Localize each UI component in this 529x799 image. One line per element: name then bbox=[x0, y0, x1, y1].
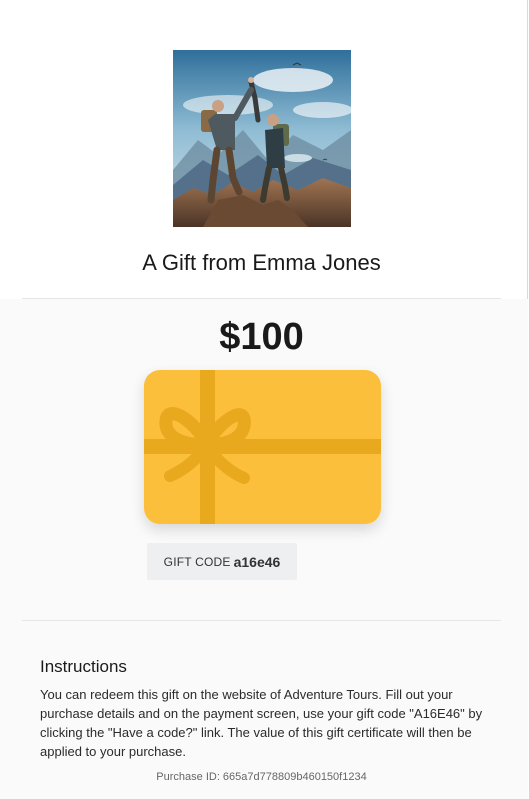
purchase-id: Purchase ID: 665a7d778809b460150f1234 bbox=[156, 771, 367, 783]
gift-ribbon-icon bbox=[144, 370, 381, 524]
hero-image bbox=[173, 50, 351, 227]
gift-card-illustration bbox=[144, 370, 381, 524]
gift-code-value[interactable]: a16e46 bbox=[234, 554, 281, 570]
mountain-hikers-illustration bbox=[173, 50, 351, 227]
instructions-title: Instructions bbox=[40, 657, 127, 676]
gift-email-page: A Gift from Emma Jones $100 GIFT CODE a1… bbox=[0, 0, 528, 799]
gift-amount: $100 bbox=[219, 316, 304, 358]
gift-title: A Gift from Emma Jones bbox=[142, 250, 381, 275]
divider bbox=[22, 620, 501, 621]
gift-code-box[interactable]: GIFT CODE a16e46 bbox=[147, 543, 297, 580]
instructions-body: You can redeem this gift on the website … bbox=[40, 687, 483, 759]
gift-code-label: GIFT CODE bbox=[163, 554, 231, 569]
